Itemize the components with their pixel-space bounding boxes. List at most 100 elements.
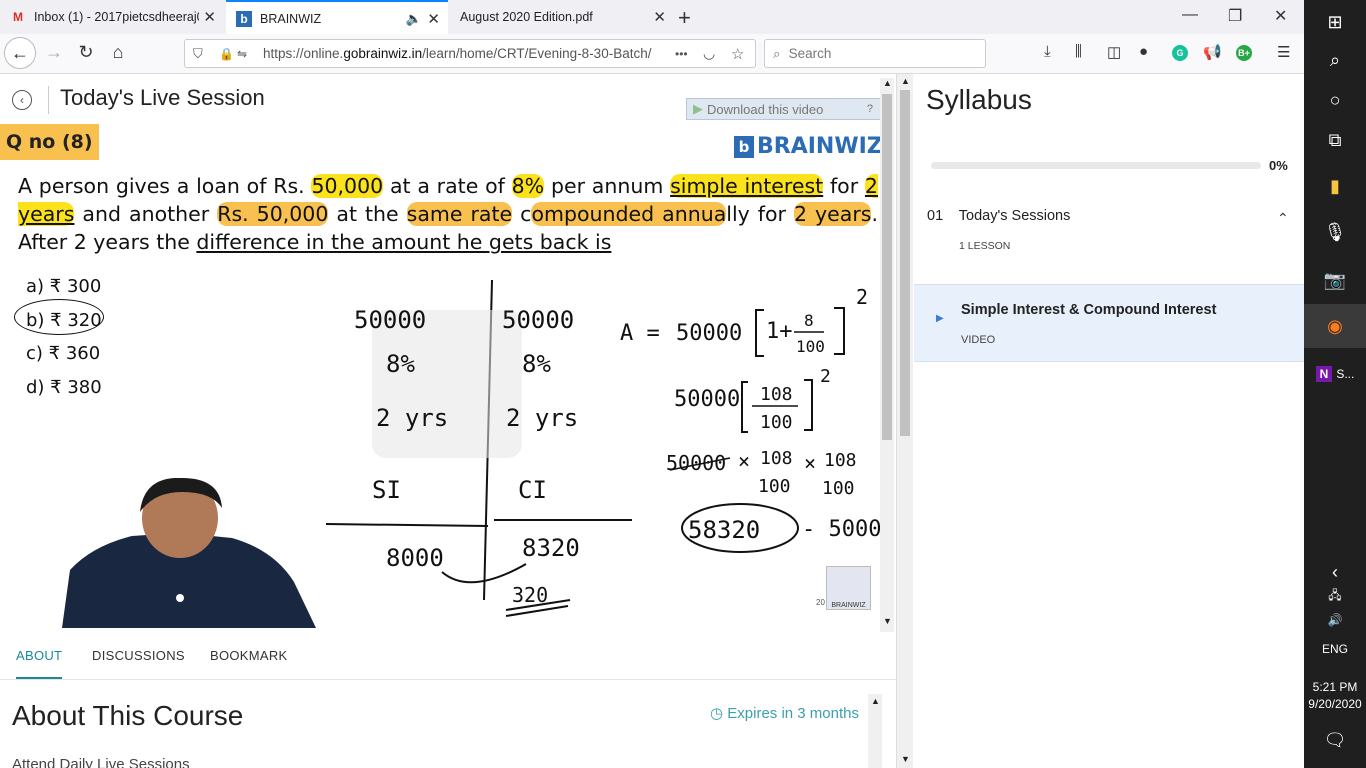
video-frame[interactable]: Q no (8) b BRAINWIZ A person gives a loa… xyxy=(0,124,880,628)
recorder-icon[interactable]: 🎙 xyxy=(1304,210,1366,254)
gmail-icon: M xyxy=(13,10,23,24)
wb-final: 58320 xyxy=(688,516,760,544)
close-icon[interactable]: ✕ xyxy=(203,8,216,26)
about-scrollbar[interactable]: ▲ xyxy=(868,694,882,768)
account-icon[interactable]: ● xyxy=(1139,43,1148,60)
megaphone-icon[interactable]: 📢 xyxy=(1203,43,1222,61)
wb-ci-result: 8320 xyxy=(522,534,580,562)
library-icon[interactable]: ⫼ xyxy=(1075,43,1082,60)
scrollbar-thumb[interactable] xyxy=(882,94,892,440)
forward-arrow-icon[interactable]: → xyxy=(42,42,66,63)
wb-si-time: 2 yrs xyxy=(376,404,448,432)
progress-percent: 0% xyxy=(1269,158,1288,173)
scrollbar-thumb[interactable] xyxy=(900,90,910,436)
reload-icon[interactable]: ↻ xyxy=(74,42,98,63)
file-explorer-icon[interactable]: ▮ xyxy=(1304,164,1366,208)
home-icon[interactable]: ⌂ xyxy=(106,42,130,63)
page-title: Today's Live Session xyxy=(60,85,265,110)
scroll-down-icon[interactable]: ▼ xyxy=(901,754,910,764)
language-indicator[interactable]: ENG xyxy=(1304,642,1366,656)
tab-about[interactable]: ABOUT xyxy=(16,648,63,679)
clock-time[interactable]: 5:21 PM xyxy=(1304,680,1366,694)
scroll-up-icon[interactable]: ▲ xyxy=(871,696,880,706)
grammarly-icon[interactable]: G xyxy=(1172,45,1188,61)
scroll-down-icon[interactable]: ▼ xyxy=(883,616,892,626)
close-icon[interactable]: ✕ xyxy=(427,10,440,28)
wb-ci-principal: 50000 xyxy=(502,306,574,334)
lesson-item[interactable]: ▶ Simple Interest & Compound Interest VI… xyxy=(914,284,1305,362)
syllabus-title: Syllabus xyxy=(926,84,1032,115)
clock-date[interactable]: 9/20/2020 xyxy=(1304,697,1366,711)
menu-icon[interactable]: ☰ xyxy=(1277,43,1290,61)
video-scrollbar[interactable]: ▲ ▼ xyxy=(880,78,894,632)
brainwiz-icon: b xyxy=(236,11,252,27)
brainwiz-icon: b xyxy=(734,135,754,158)
search-input[interactable]: ⌕ Search xyxy=(764,39,986,68)
download-icon[interactable]: ⤓ xyxy=(1044,43,1051,60)
section-header[interactable]: 01 Today's Sessions xyxy=(927,208,1070,224)
divider xyxy=(48,86,49,114)
notifications-icon[interactable]: 🗨 xyxy=(1304,718,1366,762)
volume-icon[interactable]: 🔊 xyxy=(1304,598,1366,642)
close-window-icon[interactable]: ✕ xyxy=(1274,6,1287,26)
tab-discussions[interactable]: DISCUSSIONS xyxy=(92,648,185,663)
wb-si-result: 8000 xyxy=(386,544,444,572)
lesson-title: Simple Interest & Compound Interest xyxy=(961,302,1217,318)
back-arrow-icon[interactable]: ← xyxy=(4,37,36,69)
cortana-icon[interactable]: ○ xyxy=(1304,78,1366,122)
camera-icon[interactable]: 📷 xyxy=(1304,258,1366,302)
page-actions-icon[interactable]: ••• xyxy=(675,47,688,61)
tab-gmail[interactable]: M Inbox (1) - 2017pietcsdheeraj03 ✕ xyxy=(0,0,224,34)
back-icon[interactable]: ‹ xyxy=(12,90,32,110)
scroll-up-icon[interactable]: ▲ xyxy=(901,76,910,86)
bookmark-star-icon[interactable]: ☆ xyxy=(731,45,744,63)
url-bar[interactable]: ⛉ 🔒 ⇋ https://online.gobrainwiz.in/learn… xyxy=(184,39,756,68)
wb-bracket xyxy=(834,307,845,355)
wb-formula-p: 50000 xyxy=(676,321,742,346)
whiteboard-handwriting: 50000 8% 2 yrs SI 50000 8% 2 yrs CI 8000… xyxy=(325,279,880,617)
onenote-app[interactable]: N S... xyxy=(1304,352,1366,396)
addon-icon[interactable]: B+ xyxy=(1236,45,1252,61)
shield-icon[interactable]: ⛉ xyxy=(193,46,203,62)
tab-brainwiz[interactable]: b BRAINWIZ 🔈 ✕ xyxy=(226,0,448,36)
section-meta: 1 LESSON xyxy=(959,240,1011,252)
brainwiz-watermark: BRAINWIZ xyxy=(826,566,871,610)
navigation-toolbar: ← → ↻ ⌂ ⛉ 🔒 ⇋ https://online.gobrainwiz.… xyxy=(0,34,1304,74)
page-scrollbar[interactable]: ▲ ▼ xyxy=(897,74,913,768)
clock-icon: ◷ xyxy=(710,705,728,722)
wb-step2-exp: 2 xyxy=(820,366,831,387)
wb-ci-rate: 8% xyxy=(522,350,551,378)
firefox-icon[interactable]: ◉ xyxy=(1304,304,1366,348)
wb-rule xyxy=(325,523,489,527)
restore-icon[interactable]: ❐ xyxy=(1228,6,1242,26)
download-video-button[interactable]: ▶ Download this video ? X xyxy=(686,98,894,120)
browser-tab-strip: M Inbox (1) - 2017pietcsdheeraj03 ✕ b BR… xyxy=(0,0,1304,36)
task-view-icon[interactable]: ⧉ xyxy=(1304,118,1366,162)
speaker-icon[interactable]: 🔈 xyxy=(406,11,422,27)
new-tab-icon[interactable]: + xyxy=(678,5,691,31)
close-icon[interactable]: ✕ xyxy=(653,8,666,26)
wb-step3-p: 50000 xyxy=(666,451,726,475)
wb-bracket xyxy=(804,379,813,431)
help-icon[interactable]: ? xyxy=(867,103,873,115)
wb-bracket xyxy=(755,309,764,357)
permissions-icon[interactable]: ⇋ xyxy=(237,47,247,61)
lock-icon[interactable]: 🔒 xyxy=(219,47,234,61)
lesson-player-pane: ‹ Today's Live Session Q no (8) b BRAINW… xyxy=(0,74,896,768)
wb-si-rate: 8% xyxy=(386,350,415,378)
chevron-up-icon[interactable]: ⌃ xyxy=(1277,210,1289,227)
sidebar-icon[interactable]: ◫ xyxy=(1107,43,1121,61)
minimize-icon[interactable]: — xyxy=(1182,6,1198,24)
scroll-up-icon[interactable]: ▲ xyxy=(883,78,892,88)
tab-bookmark[interactable]: BOOKMARK xyxy=(210,648,288,663)
syllabus-pane: ▲ ▼ Syllabus 0% 01 Today's Sessions ⌃ 1 … xyxy=(896,74,1305,768)
tab-pdf[interactable]: August 2020 Edition.pdf ✕ xyxy=(450,0,674,34)
options-list: a) ₹ 300 b) ₹ 320 c) ₹ 360 d) ₹ 380 xyxy=(26,270,102,404)
wb-step3-den: 100 xyxy=(758,476,791,497)
search-icon[interactable]: ⌕ xyxy=(1304,38,1366,82)
url-text[interactable]: https://online.gobrainwiz.in/learn/home/… xyxy=(263,46,665,61)
progress-bar xyxy=(931,162,1261,169)
pocket-icon[interactable]: ◡ xyxy=(703,45,715,62)
wb-bracket xyxy=(741,381,748,433)
play-icon: ▶ xyxy=(936,313,944,324)
